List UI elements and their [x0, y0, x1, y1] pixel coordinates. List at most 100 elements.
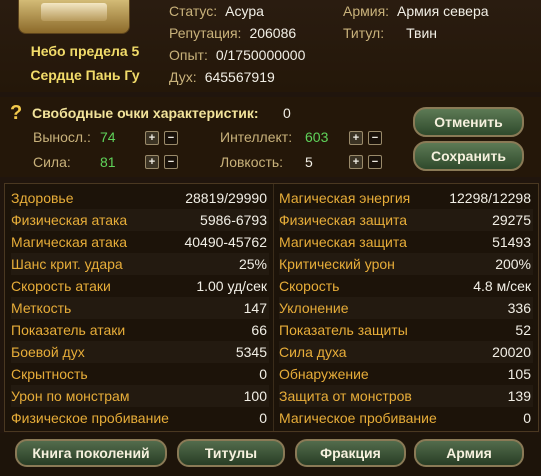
stat-value: 4.8 м/сек	[473, 278, 531, 294]
save-button[interactable]: Сохранить	[413, 141, 524, 171]
stat-name: Показатель защиты	[279, 322, 408, 338]
stat-row: Здоровье 28819/29990	[11, 187, 269, 209]
stat-row: Физическая атака 5986-6793	[11, 209, 269, 231]
tab-army[interactable]: Армия	[414, 439, 524, 467]
stat-name: Магическая энергия	[279, 190, 411, 206]
stat-row: Сила духа 20020	[279, 341, 533, 363]
stat-name: Скорость атаки	[11, 278, 111, 294]
char-cultivation: Небо предела 5	[30, 43, 140, 59]
free-points-title: Свободные очки характеристик:	[32, 105, 259, 121]
stat-value: 336	[507, 300, 531, 316]
stat-row: Шанс крит. удара 25%	[11, 253, 269, 275]
stat-row: Критический урон 200%	[279, 253, 533, 275]
stats-table: Здоровье 28819/29990 Физическая атака 5986-…	[4, 183, 539, 432]
stat-row: Уклонение 336	[279, 297, 533, 319]
stat-name: Скорость	[279, 278, 340, 294]
portrait-frame	[41, 3, 107, 21]
character-header: Небо предела 5 Сердце Пань Гу Статус: Асу…	[0, 0, 541, 92]
stat-row: Физическое пробивание 0	[11, 407, 269, 429]
tab-titles[interactable]: Титулы	[177, 439, 285, 467]
intellect-label: Интеллект:	[220, 129, 293, 145]
strength-label: Сила:	[33, 154, 71, 170]
agility-minus-button[interactable]: −	[368, 155, 382, 169]
stamina-label: Выносл.:	[33, 129, 91, 145]
stat-row: Магическая атака 40490-45762	[11, 231, 269, 253]
stat-value: 0	[259, 410, 267, 426]
stat-value: 105	[507, 366, 531, 382]
stat-row: Физическая защита 29275	[279, 209, 533, 231]
stat-value: 5345	[235, 344, 267, 360]
cancel-button[interactable]: Отменить	[413, 107, 524, 137]
stat-value: 20020	[492, 344, 531, 360]
stat-value: 66	[251, 322, 267, 338]
intellect-minus-button[interactable]: −	[368, 131, 382, 145]
stat-name: Физическое пробивание	[11, 410, 169, 426]
stat-row: Скорость 4.8 м/сек	[279, 275, 533, 297]
tab-generation-book[interactable]: Книга поколений	[15, 439, 167, 467]
agility-label: Ловкость:	[220, 154, 284, 170]
stat-name: Уклонение	[279, 300, 349, 316]
stat-row: Скорость атаки 1.00 уд/сек	[11, 275, 269, 297]
stat-value: 0	[523, 410, 531, 426]
stat-value: 12298/12298	[449, 190, 531, 206]
stat-name: Боевой дух	[11, 344, 85, 360]
intellect-value: 603	[305, 129, 329, 145]
spirit-info: Дух: 645567919	[169, 69, 275, 85]
stat-name: Критический урон	[279, 256, 395, 272]
stat-row: Магическое пробивание 0	[279, 407, 533, 429]
stat-row: Показатель атаки 66	[11, 319, 269, 341]
stat-name: Показатель атаки	[11, 322, 126, 338]
stat-value: 28819/29990	[185, 190, 267, 206]
stat-value: 40490-45762	[184, 234, 267, 250]
title-info: Титул: Твин	[343, 25, 438, 41]
stat-value: 25%	[238, 256, 267, 272]
stat-name: Магическая защита	[279, 234, 407, 250]
stamina-plus-button[interactable]: +	[145, 131, 159, 145]
stamina-value: 74	[100, 129, 116, 145]
stat-value: 51493	[492, 234, 531, 250]
stamina-minus-button[interactable]: −	[164, 131, 178, 145]
question-mark-icon[interactable]: ?	[10, 103, 28, 123]
experience-info: Опыт: 0/1750000000	[169, 47, 306, 63]
reputation-info: Репутация: 206086	[169, 25, 297, 41]
stat-name: Магическая атака	[11, 234, 128, 250]
stat-name: Сила духа	[279, 344, 347, 360]
stat-value: 100	[243, 388, 267, 404]
stat-row: Магическая энергия 12298/12298	[279, 187, 533, 209]
status-info: Статус: Асура	[169, 3, 264, 19]
character-portrait-icon	[18, 0, 130, 34]
strength-plus-button[interactable]: +	[145, 155, 159, 169]
tab-faction[interactable]: Фракция	[295, 439, 406, 467]
stat-row: Меткость 147	[11, 297, 269, 319]
stat-value: 29275	[492, 212, 531, 228]
strength-value: 81	[100, 154, 116, 170]
stat-value: 1.00 уд/сек	[196, 278, 267, 294]
stat-value: 52	[515, 322, 531, 338]
stat-row: Боевой дух 5345	[11, 341, 269, 363]
stat-name: Физическая защита	[279, 212, 408, 228]
stat-row: Показатель защиты 52	[279, 319, 533, 341]
stat-name: Скрытность	[11, 366, 88, 382]
stat-name: Шанс крит. удара	[11, 256, 123, 272]
stat-value: 200%	[495, 256, 531, 272]
agility-plus-button[interactable]: +	[349, 155, 363, 169]
stat-value: 147	[243, 300, 267, 316]
stat-value: 0	[259, 366, 267, 382]
stat-name: Меткость	[11, 300, 72, 316]
agility-value: 5	[305, 154, 313, 170]
stat-name: Физическая атака	[11, 212, 128, 228]
stat-row: Скрытность 0	[11, 363, 269, 385]
stat-name: Магическое пробивание	[279, 410, 437, 426]
strength-minus-button[interactable]: −	[164, 155, 178, 169]
stat-name: Урон по монстрам	[11, 388, 130, 404]
intellect-plus-button[interactable]: +	[349, 131, 363, 145]
stat-row: Обнаружение 105	[279, 363, 533, 385]
stat-value: 5986-6793	[200, 212, 267, 228]
free-points-value: 0	[283, 105, 291, 121]
army-info: Армия: Армия севера	[343, 3, 489, 19]
char-path: Сердце Пань Гу	[30, 67, 140, 83]
stat-row: Защита от монстров 139	[279, 385, 533, 407]
stat-row: Магическая защита 51493	[279, 231, 533, 253]
stat-name: Здоровье	[11, 190, 74, 206]
stat-value: 139	[507, 388, 531, 404]
